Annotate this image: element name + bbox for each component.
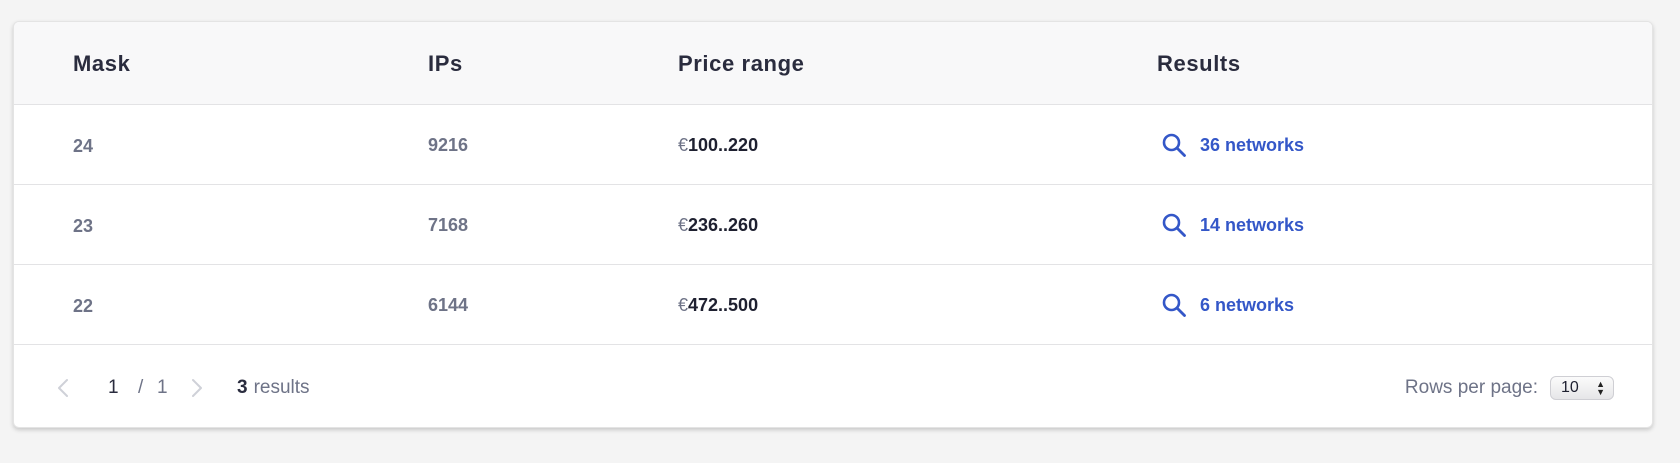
currency-symbol: € [678,214,689,235]
search-icon [1161,292,1187,318]
chevron-right-icon [190,377,204,399]
table-header: Mask IPs Price range Results [14,22,1652,105]
rows-per-page-control: Rows per page: 10 ▲ ▼ [1404,345,1614,427]
results-link[interactable]: 6 networks [1161,265,1294,345]
price-range-value: 100..220 [688,134,759,155]
pagination-bar: 1 / 1 3 results Rows per page: 10 ▲ ▼ [14,345,1652,427]
column-header-results[interactable]: Results [1157,22,1241,105]
chevron-left-icon [56,377,70,399]
results-link-label[interactable]: 6 networks [1200,295,1294,316]
mask-cell: 24 [73,136,94,156]
rows-per-page-label: Rows per page: [1404,376,1538,398]
column-header-price-range[interactable]: Price range [678,22,804,105]
price-range-cell: €100..220 [678,105,758,185]
results-link[interactable]: 36 networks [1161,105,1304,185]
results-link-label[interactable]: 14 networks [1200,215,1304,236]
price-range-value: 236..260 [688,214,759,235]
total-pages: 1 [157,376,168,398]
table-row: 22 6144 €472..500 6 networks [14,265,1652,345]
mask-cell: 22 [73,296,94,316]
table-row: 23 7168 €236..260 14 networks [14,185,1652,265]
rows-per-page-select[interactable]: 10 ▲ ▼ [1550,375,1614,400]
currency-symbol: € [678,294,689,315]
column-header-ips[interactable]: IPs [428,22,463,105]
search-icon [1161,212,1187,238]
results-table-card: Mask IPs Price range Results 24 9216 €10… [13,21,1653,428]
table-row: 24 9216 €100..220 36 networks [14,105,1652,185]
results-label: results [253,376,310,398]
results-link[interactable]: 14 networks [1161,185,1304,265]
rows-per-page-value: 10 [1561,378,1579,396]
results-count: 3 [237,376,248,398]
ips-cell: 7168 [428,214,469,235]
results-summary: 3 results [237,345,310,427]
select-arrows-icon: ▲ ▼ [1596,378,1605,397]
mask-cell: 23 [73,216,94,236]
price-range-cell: €236..260 [678,185,758,265]
search-icon [1161,132,1187,158]
ips-cell: 6144 [428,294,469,315]
next-page-button[interactable] [190,345,204,427]
column-header-mask[interactable]: Mask [73,22,130,105]
results-link-label[interactable]: 36 networks [1200,135,1304,156]
currency-symbol: € [678,134,689,155]
page-separator: / [138,376,144,398]
current-page: 1 [108,376,119,398]
price-range-cell: €472..500 [678,265,758,345]
prev-page-button[interactable] [56,345,70,427]
ips-cell: 9216 [428,134,469,155]
price-range-value: 472..500 [688,294,759,315]
